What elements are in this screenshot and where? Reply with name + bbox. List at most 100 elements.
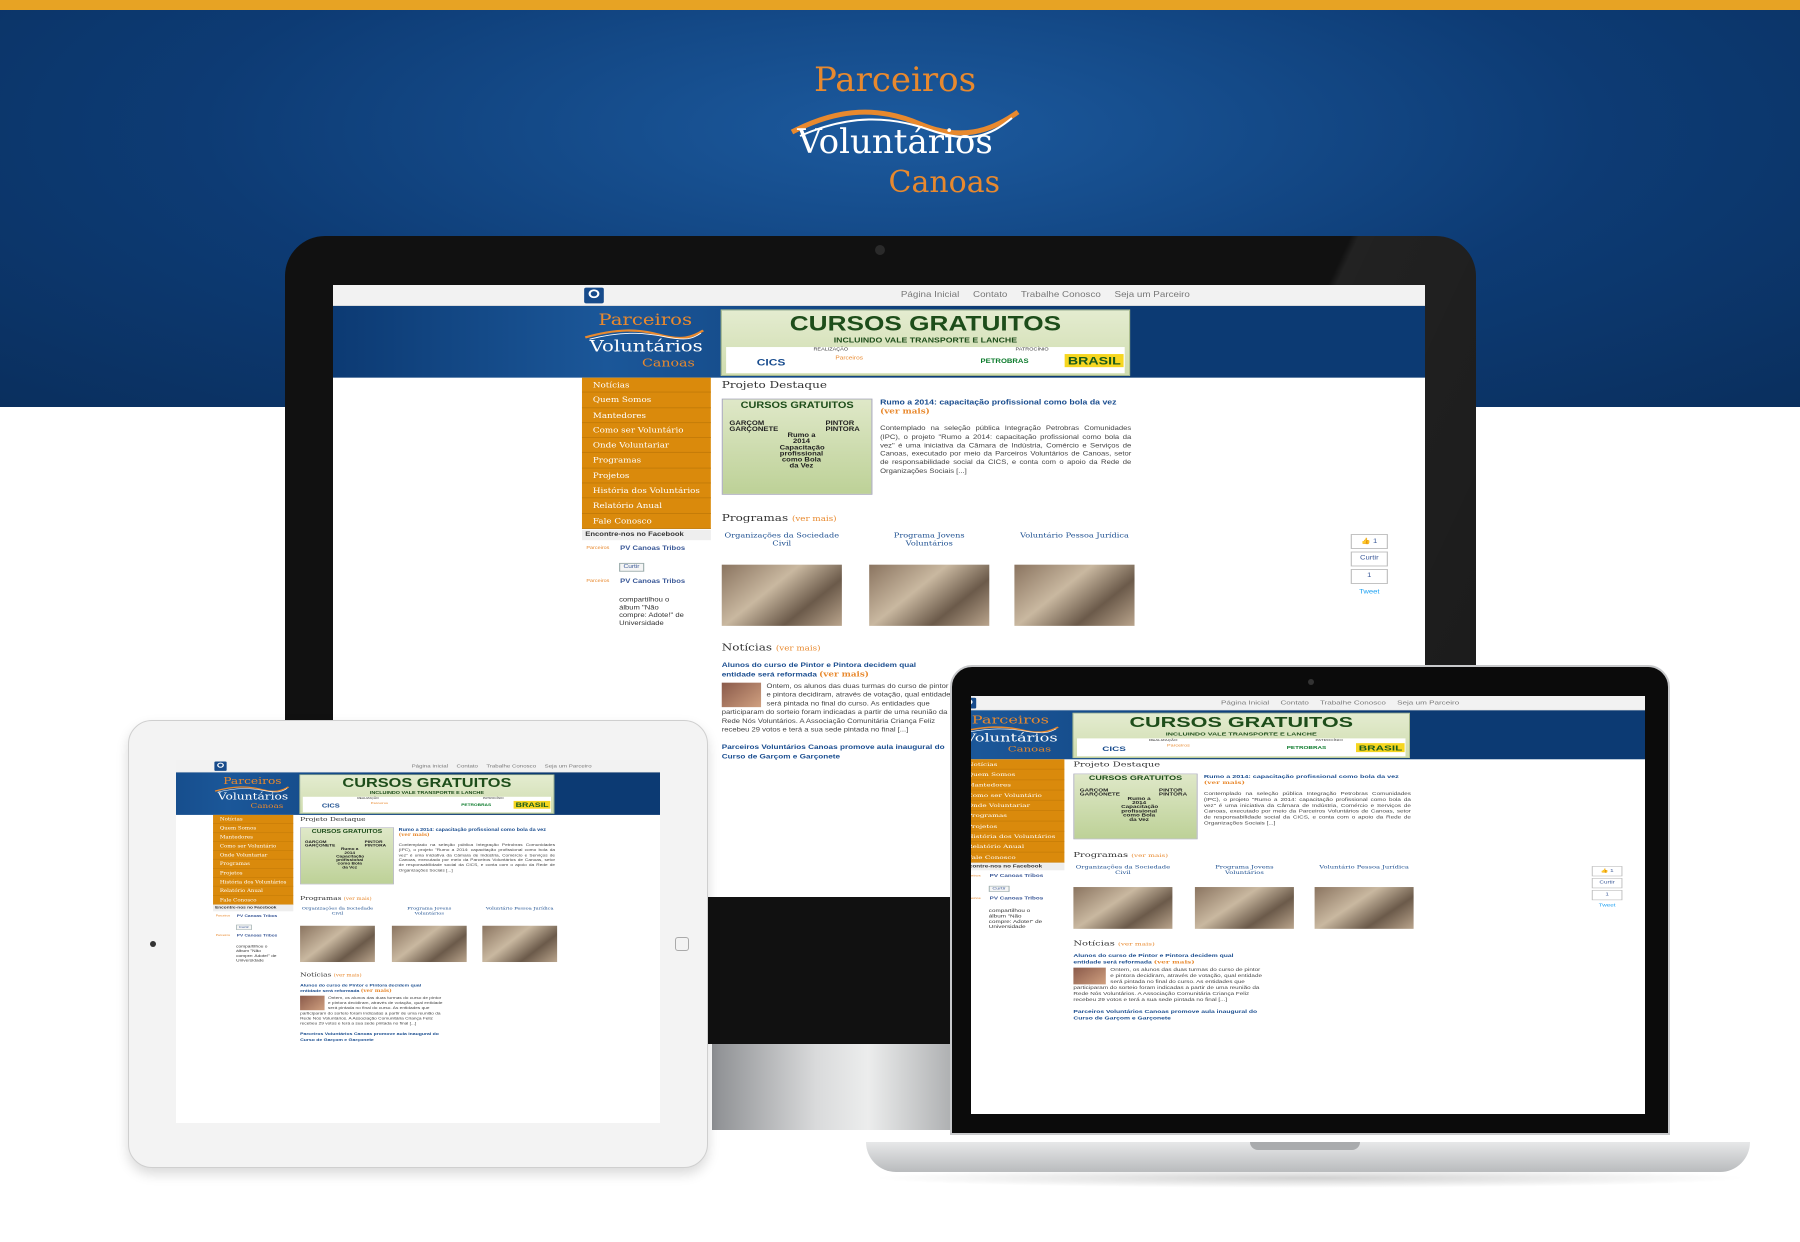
menu-item-projetos[interactable]: Projetos [213, 869, 294, 878]
facebook-page-name[interactable]: PV Canoas Tribos [990, 874, 1044, 878]
menu-item-noticias[interactable]: Notícias [971, 759, 1065, 770]
menu-item-onde[interactable]: Onde Voluntariar [581, 438, 711, 454]
menu-item-onde[interactable]: Onde Voluntariar [971, 801, 1065, 811]
programs-more-link[interactable]: (ver mais) [344, 896, 372, 901]
program-osc[interactable]: Organizações da Sociedade Civil [1073, 864, 1172, 875]
featured-image[interactable]: CURSOS GRATUITOS GARÇOM GARÇONETE PINTOR… [300, 827, 394, 885]
featured-title[interactable]: Rumo a 2014: capacitação profissional co… [1204, 774, 1411, 785]
program-jovens-image[interactable] [869, 564, 990, 626]
search-icon[interactable] [584, 287, 604, 304]
program-osc-image[interactable] [721, 564, 842, 626]
menu-item-noticias[interactable]: Notícias [213, 815, 294, 824]
nav-home[interactable]: Página Inicial [901, 290, 959, 299]
site-logo[interactable]: Parceiros Voluntários Canoas [211, 775, 293, 813]
menu-item-relatorio[interactable]: Relatório Anual [581, 499, 711, 514]
menu-item-fale[interactable]: Fale Conosco [213, 896, 294, 905]
facebook-post-author[interactable]: PV Canoas Tribos [237, 934, 277, 938]
menu-item-historia[interactable]: História dos Voluntários [213, 878, 294, 887]
news-item-2-title[interactable]: Parceiros Voluntários Canoas promove aul… [1073, 1008, 1262, 1021]
programs-more-link[interactable]: (ver mais) [792, 515, 837, 523]
share-button[interactable]: Curtir [1350, 551, 1388, 567]
menu-item-como-ser[interactable]: Como ser Voluntário [971, 790, 1065, 801]
featured-more-link[interactable]: (ver mais) [880, 406, 930, 415]
program-pj-image[interactable] [1014, 564, 1135, 626]
menu-item-quem-somos[interactable]: Quem Somos [971, 770, 1065, 780]
featured-more-link[interactable]: (ver mais) [1204, 779, 1245, 785]
menu-item-relatorio[interactable]: Relatório Anual [213, 887, 294, 896]
menu-item-quem-somos[interactable]: Quem Somos [213, 824, 294, 833]
facebook-like-button[interactable]: Curtir [988, 885, 1010, 892]
facebook-like-button[interactable]: Curtir [619, 562, 644, 572]
program-jovens[interactable]: Programa Jovens Voluntários [869, 531, 989, 547]
featured-title[interactable]: Rumo a 2014: capacitação profissional co… [880, 399, 1131, 416]
program-jovens[interactable]: Programa Jovens Voluntários [1195, 864, 1294, 875]
menu-item-fale[interactable]: Fale Conosco [971, 852, 1065, 863]
news-more-link[interactable]: (ver mais) [776, 644, 821, 652]
menu-item-projetos[interactable]: Projetos [581, 468, 711, 484]
program-osc[interactable]: Organizações da Sociedade Civil [722, 531, 842, 547]
featured-more-link[interactable]: (ver mais) [399, 832, 430, 837]
nav-partner[interactable]: Seja um Parceiro [1397, 700, 1459, 706]
menu-item-programas[interactable]: Programas [581, 453, 711, 469]
news-item-2-title[interactable]: Parceiros Voluntários Canoas promove aul… [300, 1031, 443, 1042]
nav-partner[interactable]: Seja um Parceiro [1115, 290, 1190, 299]
program-jovens[interactable]: Programa Jovens Voluntários [392, 906, 467, 915]
tweet-button[interactable]: Tweet [1591, 901, 1623, 913]
nav-contact[interactable]: Contato [973, 290, 1007, 299]
banner-cursos[interactable]: CURSOS GRATUITOS INCLUINDO VALE TRANSPOR… [1072, 712, 1410, 759]
news-thumbnail[interactable] [300, 995, 325, 1011]
facebook-page-name[interactable]: PV Canoas Tribos [620, 545, 685, 551]
search-icon[interactable] [971, 697, 977, 709]
site-logo[interactable]: Parceiros Voluntários Canoas [971, 713, 1064, 757]
menu-item-como-ser[interactable]: Como ser Voluntário [213, 842, 294, 851]
tweet-button[interactable]: Tweet [1350, 586, 1388, 602]
search-icon[interactable] [214, 761, 227, 771]
news-more-link[interactable]: (ver mais) [1118, 941, 1155, 946]
program-osc-image[interactable] [300, 925, 375, 963]
program-pj[interactable]: Voluntário Pessoa Jurídica [1014, 531, 1134, 539]
program-pj-image[interactable] [482, 925, 558, 963]
featured-image[interactable]: CURSOS GRATUITOS GARÇOM GARÇONETE PINTOR… [1073, 773, 1198, 840]
program-osc-image[interactable] [1073, 887, 1173, 929]
nav-home[interactable]: Página Inicial [412, 763, 448, 768]
site-logo[interactable]: Parceiros Voluntários Canoas [579, 309, 710, 374]
news-item-2-title[interactable]: Parceiros Voluntários Canoas promove aul… [722, 742, 951, 761]
tweet-count[interactable]: 1 [1350, 569, 1388, 584]
banner-cursos[interactable]: CURSOS GRATUITOS INCLUINDO VALE TRANSPOR… [299, 774, 555, 814]
news-item-title[interactable]: Alunos do curso de Pintor e Pintora deci… [300, 982, 443, 993]
news-item-title[interactable]: Alunos do curso de Pintor e Pintora deci… [722, 660, 951, 679]
news-thumbnail[interactable] [1073, 967, 1106, 985]
facebook-post-author[interactable]: PV Canoas Tribos [620, 579, 685, 585]
menu-item-relatorio[interactable]: Relatório Anual [971, 842, 1065, 853]
programs-more-link[interactable]: (ver mais) [1131, 853, 1168, 858]
facebook-post-author[interactable]: PV Canoas Tribos [990, 897, 1044, 901]
menu-item-mantedores[interactable]: Mantedores [213, 833, 294, 842]
like-count[interactable]: 👍 1 [1591, 866, 1623, 877]
share-button[interactable]: Curtir [1591, 878, 1623, 889]
nav-jobs[interactable]: Trabalhe Conosco [1021, 290, 1101, 299]
facebook-page-name[interactable]: PV Canoas Tribos [237, 914, 277, 918]
news-item-title[interactable]: Alunos do curso de Pintor e Pintora deci… [1073, 952, 1262, 965]
news-more-link[interactable]: (ver mais) [334, 973, 362, 978]
nav-jobs[interactable]: Trabalhe Conosco [1320, 700, 1386, 706]
program-jovens-image[interactable] [391, 925, 467, 963]
banner-cursos[interactable]: CURSOS GRATUITOS INCLUINDO VALE TRANSPOR… [720, 309, 1131, 376]
menu-item-quem-somos[interactable]: Quem Somos [581, 393, 711, 408]
program-pj[interactable]: Voluntário Pessoa Jurídica [482, 906, 557, 911]
facebook-like-button[interactable]: Curtir [236, 924, 252, 930]
menu-item-mantedores[interactable]: Mantedores [581, 408, 711, 423]
menu-item-historia[interactable]: História dos Voluntários [971, 832, 1065, 842]
featured-image[interactable]: CURSOS GRATUITOS GARÇOM GARÇONETE PINTOR… [721, 398, 873, 495]
menu-item-historia[interactable]: História dos Voluntários [581, 483, 711, 499]
featured-title[interactable]: Rumo a 2014: capacitação profissional co… [399, 827, 555, 837]
menu-item-onde[interactable]: Onde Voluntariar [213, 851, 294, 860]
like-count[interactable]: 👍 1 [1350, 534, 1388, 549]
menu-item-mantedores[interactable]: Mantedores [971, 780, 1065, 791]
program-pj-image[interactable] [1314, 887, 1414, 929]
program-jovens-image[interactable] [1194, 887, 1294, 929]
nav-jobs[interactable]: Trabalhe Conosco [486, 763, 536, 768]
menu-item-noticias[interactable]: Notícias [581, 378, 711, 393]
program-pj[interactable]: Voluntário Pessoa Jurídica [1315, 864, 1414, 869]
menu-item-programas[interactable]: Programas [213, 860, 294, 869]
nav-contact[interactable]: Contato [1280, 700, 1308, 706]
